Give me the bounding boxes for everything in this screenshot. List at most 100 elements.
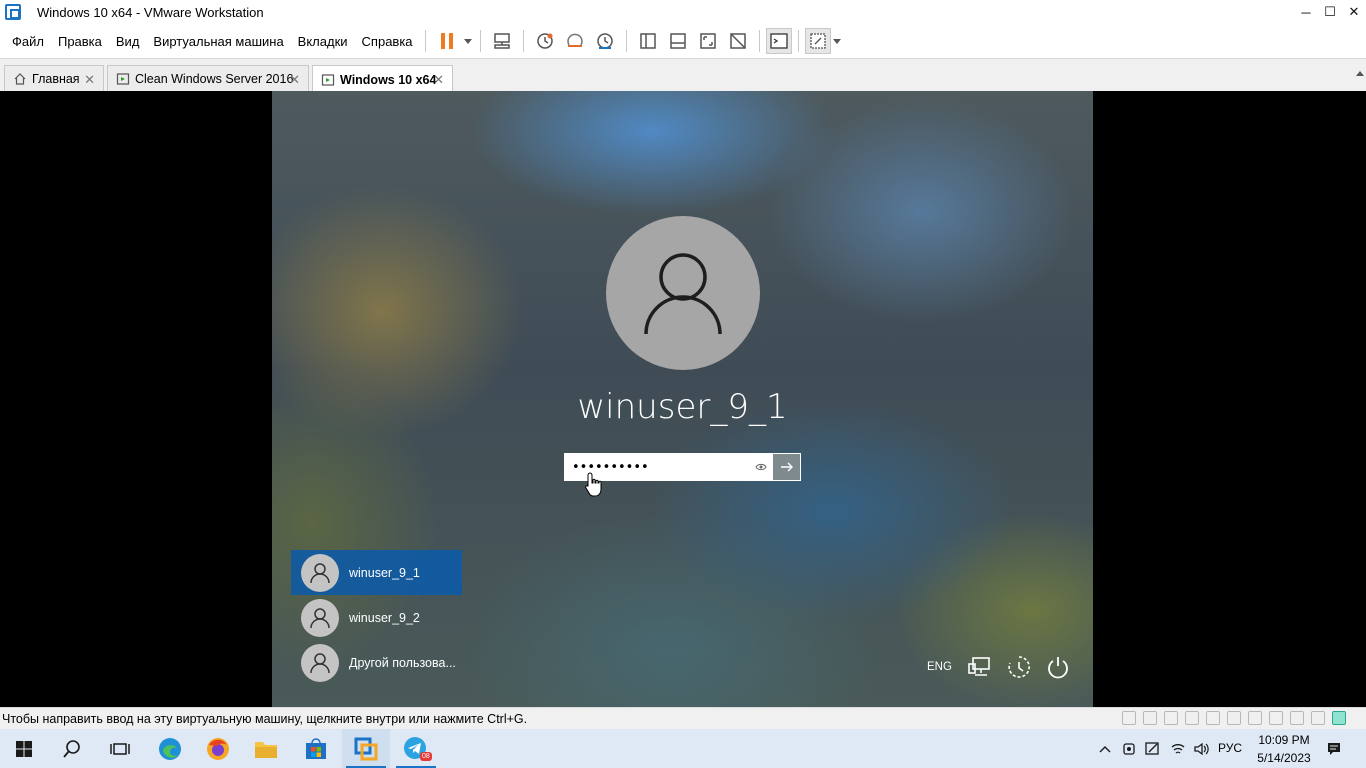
snapshot-manager-button[interactable] [590,26,620,56]
taskbar-edge[interactable] [146,729,194,768]
scroll-up-arrow-icon[interactable] [1354,59,1366,92]
cd-dvd-icon[interactable] [1143,711,1157,725]
clock-time: 10:09 PM [1258,733,1310,747]
sound-card-icon[interactable] [1206,711,1220,725]
input-language-button[interactable]: ENG [927,661,952,673]
close-tab-icon[interactable]: ✕ [289,72,300,88]
task-view-icon [110,742,130,755]
user-switch-list: winuser_9_1 winuser_9_2 Другой пользова.… [291,550,462,685]
usb-controller-icon[interactable] [1227,711,1241,725]
power-dropdown[interactable] [462,26,474,56]
revert-snapshot-button[interactable] [560,26,590,56]
menu-toolbar: Файл Правка Вид Виртуальная машина Вклад… [0,24,1366,58]
tray-clock[interactable]: 10:09 PM 5/14/2023 [1246,731,1322,767]
console-view-button[interactable] [765,28,792,54]
floppy-icon[interactable] [1248,711,1262,725]
thumbnail-bar-button[interactable] [663,26,693,56]
send-ctrl-alt-del-button[interactable] [487,26,517,56]
tray-input-language[interactable]: РУС [1218,741,1242,755]
maximize-button[interactable]: ☐ [1318,0,1342,24]
minimize-button[interactable]: ─ [1294,0,1318,24]
fullscreen-icon [699,33,716,49]
window-title: Windows 10 x64 - VMware Workstation [37,4,264,20]
network-button[interactable] [966,653,994,681]
ease-of-access-icon [1008,656,1030,678]
submit-button[interactable] [773,454,800,480]
tab-clean-windows-server[interactable]: Clean Windows Server 2016 ✕ [107,65,309,92]
show-hidden-icons-button[interactable] [1096,729,1114,768]
windows-logo-icon [16,740,32,757]
serial-port-icon[interactable] [1290,711,1304,725]
library-view-button[interactable] [633,26,663,56]
stretch-dropdown[interactable] [831,26,843,56]
chevron-up-icon [1099,745,1111,752]
taskbar-store[interactable] [292,729,340,768]
message-log-icon[interactable] [1332,711,1346,725]
tray-network-drive[interactable] [1120,729,1138,768]
snapshot-manager-icon [596,33,613,49]
stretch-icon [809,33,826,49]
firefox-icon [207,737,229,760]
user-item-winuser-9-1[interactable]: winuser_9_1 [291,550,462,595]
tab-label: Windows 10 x64 [340,72,437,87]
close-button[interactable]: ✕ [1342,0,1366,24]
pause-button[interactable] [432,26,462,56]
tray-wifi[interactable] [1168,729,1188,768]
notifications-icon [1328,742,1340,755]
tab-windows-10[interactable]: Windows 10 x64 ✕ [312,65,453,93]
vmware-logo-icon [5,4,21,20]
menu-vm[interactable]: Виртуальная машина [147,34,289,49]
vm-viewport[interactable]: winuser_9_1 winuser_9_1 [0,91,1366,707]
user-item-winuser-9-2[interactable]: winuser_9_2 [291,595,462,640]
printer-icon[interactable] [1185,711,1199,725]
hard-disk-icon[interactable] [1122,711,1136,725]
search-icon [63,739,80,758]
taskbar-vmware[interactable] [342,729,390,768]
wifi-icon [1171,743,1185,754]
network-icon [968,657,990,676]
stretch-guest-button[interactable] [804,28,831,54]
user-item-other-user[interactable]: Другой пользова... [291,640,462,685]
task-view-button[interactable] [96,729,144,768]
power-icon [1048,657,1068,679]
arrow-right-icon [780,462,793,472]
user-icon [310,652,330,673]
network-adapter-icon[interactable] [1164,711,1178,725]
close-tab-icon[interactable]: ✕ [84,72,95,88]
menu-tabs[interactable]: Вкладки [292,34,354,49]
menu-file[interactable]: Файл [6,34,50,49]
user-avatar-small [301,553,339,592]
lock-username: winuser_9_1 [577,387,788,427]
guest-lock-screen[interactable]: winuser_9_1 winuser_9_1 [272,91,1093,707]
close-tab-icon[interactable]: ✕ [433,72,444,88]
serial-port-icon[interactable] [1311,711,1325,725]
user-icon [310,562,330,583]
start-button[interactable] [0,729,48,768]
take-snapshot-button[interactable] [530,26,560,56]
device-indicators [1115,711,1346,725]
user-avatar [606,216,760,370]
menu-help[interactable]: Справка [356,34,419,49]
tray-volume[interactable] [1191,729,1211,768]
full-screen-button[interactable] [693,26,723,56]
taskbar-firefox[interactable] [194,729,242,768]
title-bar: Windows 10 x64 - VMware Workstation ─ ☐ … [0,0,1366,24]
ease-of-access-button[interactable] [1005,653,1033,681]
reveal-password-button[interactable] [749,454,773,480]
eye-icon [755,463,767,471]
store-icon [306,737,326,759]
menu-edit[interactable]: Правка [52,34,108,49]
toolbar-separator [522,30,524,52]
menu-view[interactable]: Вид [110,34,146,49]
taskbar-telegram[interactable]: 08 [392,729,440,768]
tray-vmware[interactable] [1143,729,1163,768]
serial-port-icon[interactable] [1269,711,1283,725]
unity-button[interactable] [723,26,753,56]
taskbar: 08 РУС 10:09 PM 5/14/2023 [0,729,1366,768]
keyboard-send-icon [493,33,510,49]
action-center-button[interactable] [1322,729,1346,768]
taskbar-file-explorer[interactable] [242,729,290,768]
tab-home[interactable]: Главная ✕ [4,65,104,92]
search-button[interactable] [48,729,96,768]
power-button[interactable] [1044,653,1072,681]
